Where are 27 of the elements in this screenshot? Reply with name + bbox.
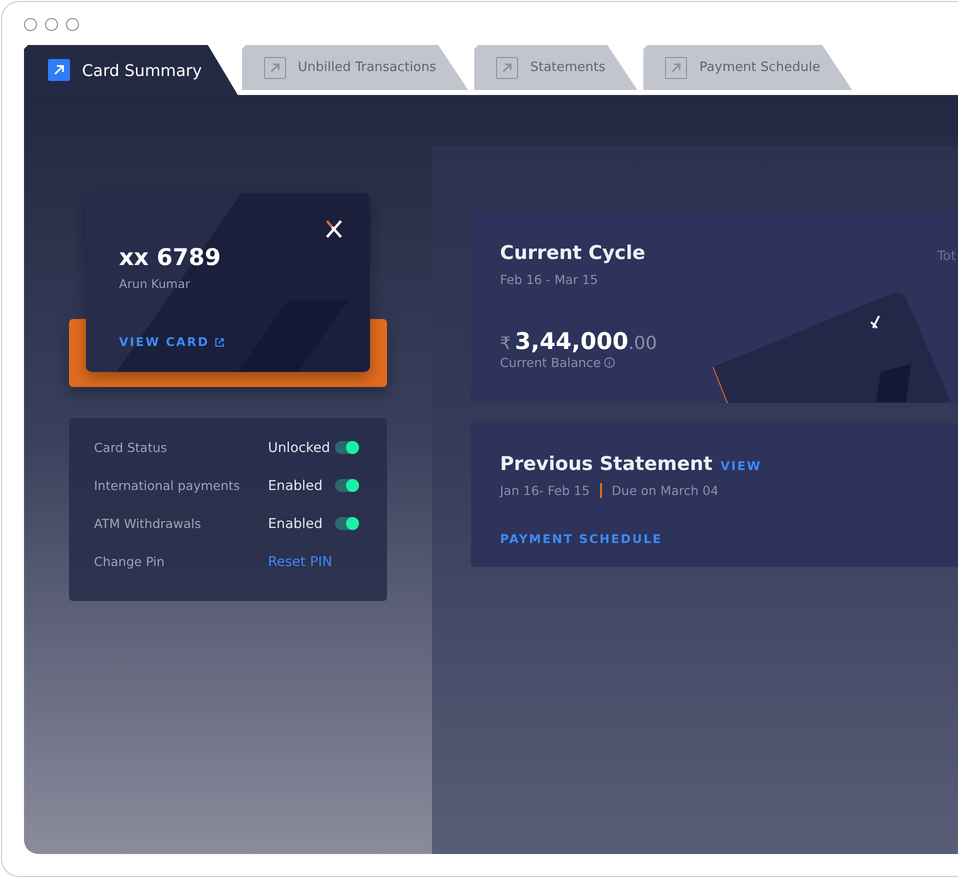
tab[interactable]: Unbilled Transactions (242, 45, 468, 90)
view-card-link[interactable]: VIEW CARD (119, 335, 226, 349)
setting-label: Card Status (94, 440, 168, 455)
cycle-dates: Feb 16 - Mar 15 (500, 272, 598, 287)
view-link[interactable]: VIEW (720, 459, 762, 473)
tab[interactable]: Payment Schedule (643, 45, 852, 90)
tab[interactable]: Card Summary (24, 45, 238, 95)
setting-label: International payments (94, 478, 241, 493)
card-holder: Arun Kumar (119, 277, 192, 291)
reset-pin-link[interactable]: Reset PIN (268, 554, 332, 570)
card-number: xx 6789 (119, 245, 222, 271)
column-header: Tot (937, 249, 956, 264)
balance-caption: Current Balance (500, 355, 601, 370)
balance-amount: 3,44,000 (514, 329, 628, 355)
statement-dates: Jan 16- Feb 15 (500, 483, 590, 498)
panel-title: Current Cycle (500, 242, 646, 264)
currency-symbol: ₹ (500, 334, 511, 354)
setting-value: Enabled (268, 516, 324, 532)
setting-label: ATM Withdrawals (94, 516, 202, 531)
due-date: Due on March 04 (612, 483, 718, 498)
setting-value: Unlocked (268, 440, 332, 456)
tab[interactable]: Statements (474, 45, 638, 90)
setting-value: Enabled (268, 478, 324, 494)
balance-decimals: .00 (628, 333, 657, 354)
panel-title: Previous Statement (500, 453, 712, 475)
payment-schedule-link[interactable]: PAYMENT SCHEDULE (500, 532, 662, 546)
setting-label: Change Pin (94, 554, 166, 569)
